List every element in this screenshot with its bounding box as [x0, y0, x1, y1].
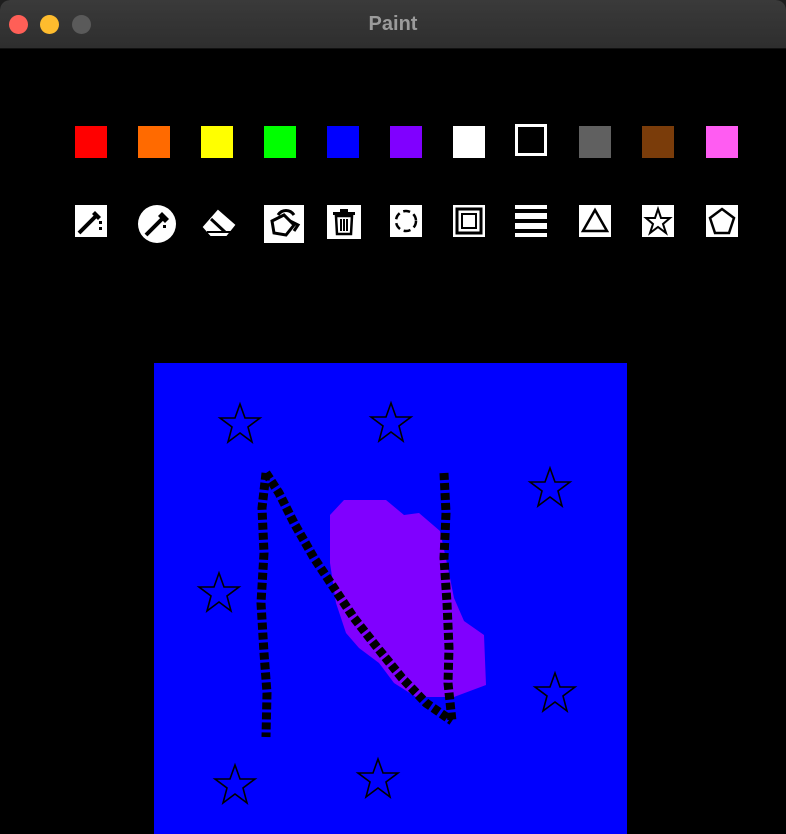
pentagon-icon	[708, 207, 736, 235]
rectangle-tool[interactable]	[515, 205, 547, 237]
color-swatch-white[interactable]	[453, 126, 485, 158]
circle-tool[interactable]	[390, 205, 422, 237]
star-tool[interactable]	[642, 205, 674, 237]
drawing-canvas[interactable]	[154, 363, 627, 834]
color-swatch-pink[interactable]	[706, 126, 738, 158]
star-shape	[527, 465, 573, 509]
title-bar: Paint	[0, 0, 786, 49]
star-shape	[368, 400, 414, 444]
window-title: Paint	[368, 13, 418, 35]
color-swatch-black[interactable]	[515, 124, 547, 156]
star-shape	[196, 570, 242, 614]
rectangle-icon	[515, 205, 547, 237]
paint-window: Paint	[0, 0, 786, 834]
fill-bucket-icon	[270, 209, 301, 237]
brush-icon	[77, 211, 102, 235]
square-tool[interactable]	[453, 205, 485, 237]
color-swatch-purple[interactable]	[390, 126, 422, 158]
color-swatch-blue[interactable]	[327, 126, 359, 158]
purple-blob-shape	[330, 500, 486, 697]
color-swatch-brown[interactable]	[642, 126, 674, 158]
color-swatch-red[interactable]	[75, 126, 107, 158]
pentagon-tool[interactable]	[706, 205, 738, 237]
star-shape	[212, 762, 258, 806]
color-swatch-gray[interactable]	[579, 126, 611, 158]
star-shape	[355, 756, 401, 800]
color-swatch-green[interactable]	[264, 126, 296, 158]
fill-tool[interactable]	[264, 205, 304, 243]
star-shape	[532, 670, 578, 714]
trash-icon	[333, 209, 355, 236]
triangle-tool[interactable]	[579, 205, 611, 237]
square-icon	[455, 207, 483, 235]
eraser-icon	[202, 209, 236, 236]
picker-icon	[144, 212, 169, 237]
triangle-icon	[580, 207, 610, 233]
star-icon	[643, 205, 673, 236]
circle-icon	[394, 209, 418, 233]
brush-tool[interactable]	[75, 205, 107, 237]
star-shape	[217, 401, 263, 445]
clear-tool[interactable]	[327, 205, 361, 239]
picker-tool[interactable]	[138, 205, 176, 243]
eraser-tool[interactable]	[201, 205, 237, 239]
color-swatch-orange[interactable]	[138, 126, 170, 158]
color-swatch-yellow[interactable]	[201, 126, 233, 158]
